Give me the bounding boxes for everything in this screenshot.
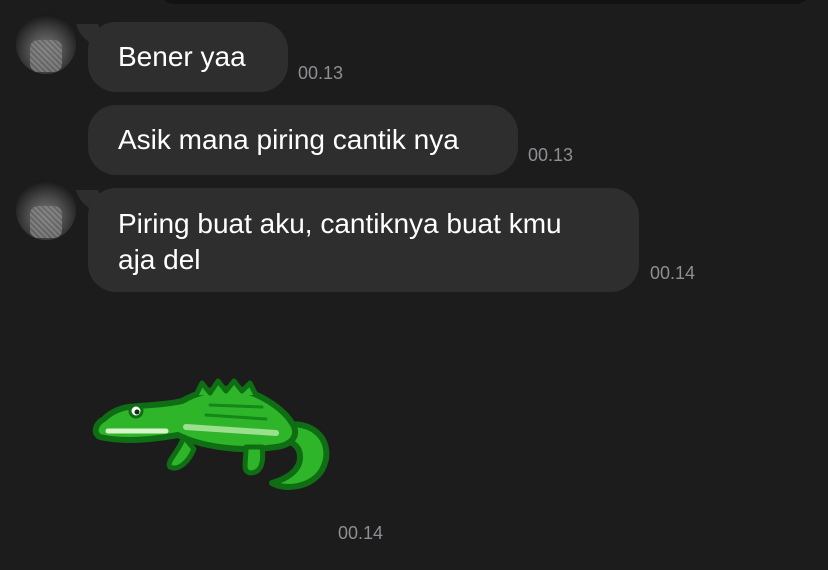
sender-avatar[interactable]	[16, 180, 76, 240]
message-timestamp: 00.14	[650, 263, 696, 283]
message-bubble[interactable]: Asik mana piring cantik nya	[88, 105, 518, 175]
crocodile-icon	[92, 378, 330, 490]
sender-avatar[interactable]	[16, 14, 76, 74]
message-text: Bener yaa	[118, 41, 246, 72]
bubble-tail	[75, 190, 107, 212]
message-bubble[interactable]: Bener yaa	[75, 22, 288, 92]
message-timestamp: 00.14	[338, 523, 384, 543]
message-timestamp: 00.13	[528, 145, 574, 165]
message-text: Asik mana piring cantik nya	[118, 124, 459, 155]
crocodile-sticker[interactable]	[86, 375, 336, 495]
message-timestamp: 00.13	[298, 63, 344, 83]
message-bubble[interactable]: Piring buat aku, cantiknya buat kmu aja …	[75, 188, 639, 292]
previous-message-edge	[160, 0, 810, 4]
bubble-tail	[75, 24, 107, 46]
chat-thread: Bener yaa 00.13 Asik mana piring cantik …	[0, 0, 828, 570]
message-text: Piring buat aku, cantiknya buat kmu aja …	[118, 208, 562, 275]
